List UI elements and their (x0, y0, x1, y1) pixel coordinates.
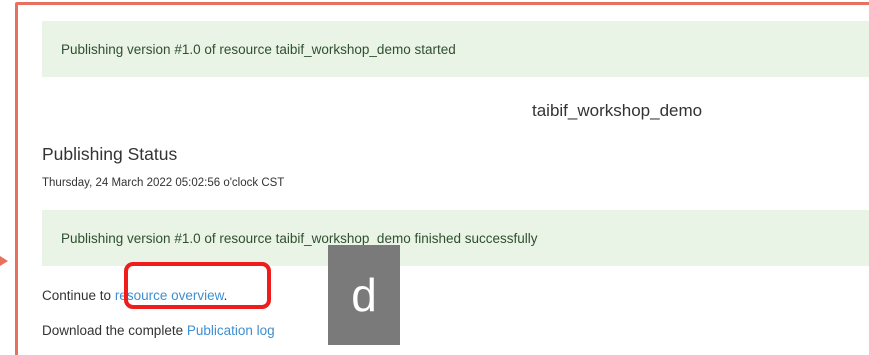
download-prefix: Download the complete (42, 323, 187, 338)
alert-started-text: Publishing version #1.0 of resource taib… (61, 41, 456, 57)
publishing-timestamp: Thursday, 24 March 2022 05:02:56 o'clock… (42, 177, 285, 189)
step-badge-label: d (351, 269, 377, 321)
resource-title: taibif_workshop_demo (532, 101, 703, 120)
download-line: Download the complete Publication log (42, 323, 275, 338)
alert-publishing-started: Publishing version #1.0 of resource taib… (42, 21, 869, 77)
step-badge: d (328, 245, 400, 345)
annotation-arrow-icon (0, 256, 8, 266)
continue-prefix: Continue to (42, 288, 115, 303)
publishing-status-heading: Publishing Status (42, 144, 178, 164)
alert-finished-text: Publishing version #1.0 of resource taib… (61, 230, 538, 246)
publication-log-link[interactable]: Publication log (187, 323, 275, 338)
alert-publishing-finished: Publishing version #1.0 of resource taib… (42, 210, 869, 266)
highlight-box (124, 262, 271, 309)
